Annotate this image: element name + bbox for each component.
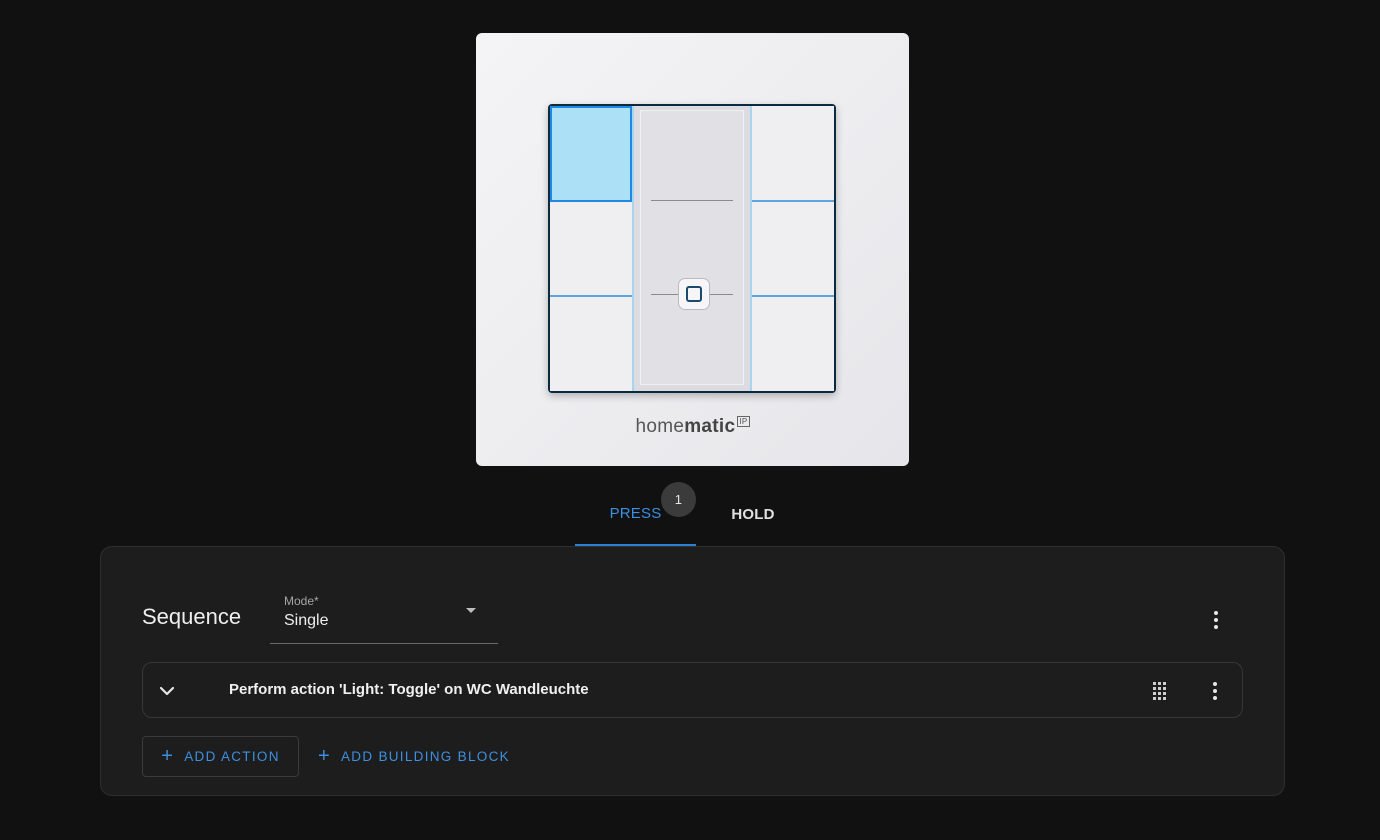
brand-regular: home	[635, 416, 685, 437]
brand-logo: homematic IP	[476, 416, 909, 438]
status-led-icon	[678, 278, 710, 310]
rocker-button-2[interactable]	[550, 201, 632, 298]
trigger-tabs: PRESS 1 HOLD	[575, 482, 810, 546]
add-action-button[interactable]: + ADD ACTION	[142, 736, 299, 777]
center-divider-top	[651, 200, 733, 201]
rocker-button-6[interactable]	[752, 297, 834, 392]
plus-icon: +	[161, 744, 175, 767]
rocker-button-4[interactable]	[752, 106, 834, 202]
tab-press-badge: 1	[661, 482, 696, 517]
rocker-button-3[interactable]	[550, 297, 632, 392]
add-building-block-label: ADD BUILDING BLOCK	[340, 749, 510, 764]
sequence-card: Sequence Mode* Single Perform action 'Li…	[100, 546, 1285, 796]
sequence-title: Sequence	[142, 604, 242, 629]
mode-value: Single	[284, 612, 329, 629]
tab-hold[interactable]: HOLD	[696, 484, 810, 546]
switch-panel	[548, 104, 836, 393]
brand-badge: IP	[737, 416, 750, 427]
tab-press-label: PRESS	[609, 504, 662, 522]
action-description: Perform action 'Light: Toggle' on WC Wan…	[229, 681, 589, 698]
center-label-area	[640, 110, 744, 385]
plus-icon: +	[318, 744, 331, 767]
chevron-down-icon[interactable]	[157, 681, 177, 701]
sequence-menu-icon[interactable]	[1204, 608, 1228, 632]
rocker-button-5[interactable]	[752, 201, 834, 298]
drag-handle-icon[interactable]	[1149, 681, 1169, 701]
tab-hold-label: HOLD	[731, 505, 775, 523]
add-action-label: ADD ACTION	[184, 749, 280, 764]
action-row[interactable]: Perform action 'Light: Toggle' on WC Wan…	[142, 662, 1243, 718]
action-menu-icon[interactable]	[1203, 679, 1227, 703]
right-rocker-column	[752, 106, 834, 392]
device-image: homematic IP	[476, 33, 909, 466]
mode-label: Mode*	[284, 594, 319, 608]
dropdown-arrow-icon	[466, 608, 476, 613]
left-rocker-column	[550, 106, 632, 392]
rocker-button-1[interactable]	[550, 106, 632, 202]
tab-press[interactable]: PRESS 1	[575, 482, 696, 546]
add-building-block-button[interactable]: + ADD BUILDING BLOCK	[318, 736, 510, 777]
mode-select[interactable]: Mode* Single	[270, 585, 498, 644]
center-column	[632, 106, 752, 391]
brand-bold: matic	[684, 416, 736, 437]
